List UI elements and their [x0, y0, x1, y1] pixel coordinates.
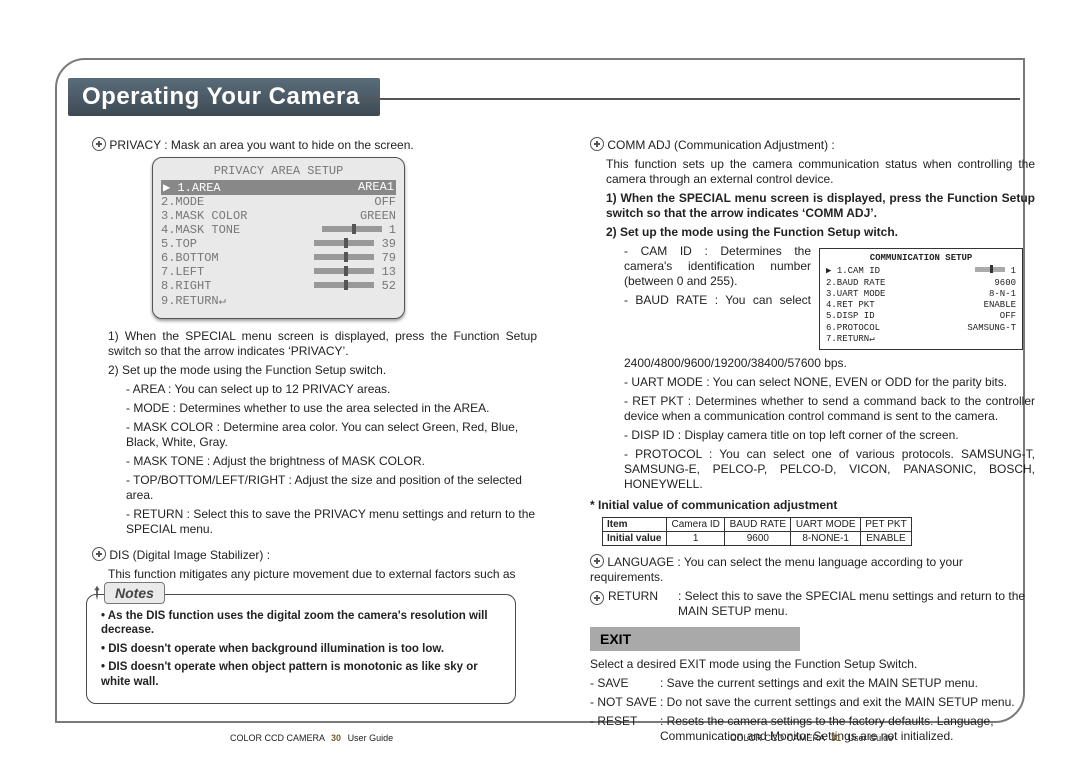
- osd-row: ▶ 1.AREAAREA1: [161, 180, 396, 195]
- bullet-icon: [590, 591, 604, 605]
- table-cell: 9600: [725, 532, 791, 546]
- pin-icon: [88, 584, 106, 602]
- comm-row: 4.RET PKTENABLE: [826, 300, 1016, 311]
- note-3: • DIS doesn't operate when object patter…: [101, 660, 501, 689]
- table-header-cell: BAUD RATE: [725, 518, 791, 532]
- commadj-heading-text: COMM ADJ (Communication Adjustment) :: [607, 138, 834, 152]
- init-value-title: * Initial value of communication adjustm…: [590, 498, 1035, 513]
- comm-row: ▶ 1.CAM ID 1: [826, 266, 1016, 277]
- footer-product: COLOR CCD CAMERA: [730, 733, 825, 743]
- dis-heading: DIS (Digital Image Stabilizer) :: [92, 545, 537, 563]
- bullet-icon: [92, 137, 106, 151]
- note-2: • DIS doesn't operate when background il…: [101, 642, 501, 656]
- notes-label: Notes: [104, 582, 165, 604]
- note-1: • As the DIS function uses the digital z…: [101, 609, 501, 638]
- comm-row: 6.PROTOCOLSAMSUNG-T: [826, 323, 1016, 334]
- right-column: COMM ADJ (Communication Adjustment) : Th…: [590, 135, 1035, 748]
- return-text: : Select this to save the SPECIAL menu s…: [678, 589, 1035, 619]
- table-cell: Initial value: [603, 532, 667, 546]
- comm-row: 2.BAUD RATE9600: [826, 278, 1016, 289]
- osd-row: 8.RIGHT 52: [161, 279, 396, 293]
- title-divider: [360, 98, 1020, 100]
- osd-title: PRIVACY AREA SETUP: [161, 164, 396, 178]
- osd-row: 7.LEFT 13: [161, 265, 396, 279]
- commadj-step1: 1) When the SPECIAL menu screen is displ…: [590, 191, 1035, 221]
- table-header-cell: UART MODE: [791, 518, 860, 532]
- desc-area: - AREA : You can select up to 12 PRIVACY…: [92, 382, 537, 397]
- init-value-table: ItemCamera IDBAUD RATEUART MODEPET PKT I…: [602, 517, 912, 546]
- communication-osd-panel: COMMUNICATION SETUP ▶ 1.CAM ID 12.BAUD R…: [819, 248, 1023, 350]
- return-label: RETURN: [608, 589, 678, 619]
- exit-notsave-text: : Do not save the current settings and e…: [660, 695, 1015, 710]
- osd-row: 6.BOTTOM 79: [161, 251, 396, 265]
- comm-panel-title: COMMUNICATION SETUP: [826, 253, 1016, 264]
- language-line: LANGUAGE : You can select the menu langu…: [590, 552, 1035, 585]
- privacy-heading: PRIVACY : Mask an area you want to hide …: [92, 135, 537, 153]
- left-column: PRIVACY : Mask an area you want to hide …: [92, 135, 537, 601]
- comm-row: 7.RETURN↵: [826, 334, 1016, 345]
- return-line: RETURN : Select this to save the SPECIAL…: [590, 589, 1035, 619]
- exit-notsave-label: - NOT SAVE: [590, 695, 660, 710]
- privacy-heading-text: PRIVACY : Mask an area you want to hide …: [109, 138, 413, 152]
- notes-box: • As the DIS function uses the digital z…: [86, 594, 516, 704]
- page-title: Operating Your Camera: [68, 78, 380, 116]
- comm-row: 5.DISP IDOFF: [826, 311, 1016, 322]
- table-header-cell: Camera ID: [667, 518, 725, 532]
- exit-save: - SAVE : Save the current settings and e…: [590, 676, 1035, 691]
- desc-protocol: - PROTOCOL : You can select one of vario…: [590, 447, 1035, 492]
- footer-page-left: 30: [331, 733, 341, 743]
- commadj-body: This function sets up the camera communi…: [590, 157, 1035, 187]
- bullet-icon: [92, 547, 106, 561]
- footer-label: User Guide: [848, 733, 894, 743]
- privacy-step1: 1) When the SPECIAL menu screen is displ…: [92, 329, 537, 359]
- desc-retpkt: - RET PKT : Determines whether to send a…: [590, 394, 1035, 424]
- dis-heading-text: DIS (Digital Image Stabilizer) :: [109, 548, 270, 562]
- language-text: LANGUAGE : You can select the menu langu…: [590, 555, 963, 584]
- commadj-step2: 2) Set up the mode using the Function Se…: [590, 225, 1035, 240]
- exit-notsave: - NOT SAVE : Do not save the current set…: [590, 695, 1035, 710]
- privacy-step2: 2) Set up the mode using the Function Se…: [92, 363, 537, 378]
- desc-mode: - MODE : Determines whether to use the a…: [92, 401, 537, 416]
- desc-return: - RETURN : Select this to save the PRIVA…: [92, 507, 537, 537]
- desc-dispid: - DISP ID : Display camera title on top …: [590, 428, 1035, 443]
- footer-left: COLOR CCD CAMERA 30 User Guide: [230, 733, 393, 743]
- footer-product: COLOR CCD CAMERA: [230, 733, 325, 743]
- desc-tblr: - TOP/BOTTOM/LEFT/RIGHT : Adjust the siz…: [92, 473, 537, 503]
- osd-row: 5.TOP 39: [161, 237, 396, 251]
- osd-row: 2.MODEOFF: [161, 195, 396, 209]
- privacy-osd-panel: PRIVACY AREA SETUP ▶ 1.AREAAREA12.MODEOF…: [152, 157, 405, 319]
- table-header-cell: Item: [603, 518, 667, 532]
- table-cell: 8-NONE-1: [791, 532, 860, 546]
- exit-intro: Select a desired EXIT mode using the Fun…: [590, 657, 1035, 672]
- table-cell: 1: [667, 532, 725, 546]
- table-cell: ENABLE: [860, 532, 911, 546]
- table-header-cell: PET PKT: [860, 518, 911, 532]
- desc-uart: - UART MODE : You can select NONE, EVEN …: [590, 375, 1035, 390]
- footer-right: COLOR CCD CAMERA 31 User Guide: [730, 733, 893, 743]
- desc-mask-color: - MASK COLOR : Determine area color. You…: [92, 420, 537, 450]
- bullet-icon: [590, 554, 604, 568]
- bullet-icon: [590, 137, 604, 151]
- osd-row: 9.RETURN↵: [161, 293, 396, 308]
- desc-mask-tone: - MASK TONE : Adjust the brightness of M…: [92, 454, 537, 469]
- osd-row: 4.MASK TONE 1: [161, 223, 396, 237]
- exit-save-text: : Save the current settings and exit the…: [660, 676, 978, 691]
- exit-reset-label: - RESET: [590, 714, 660, 744]
- comm-row: 3.UART MODE8-N-1: [826, 289, 1016, 300]
- osd-row: 3.MASK COLORGREEN: [161, 209, 396, 223]
- exit-section-bar: EXIT: [590, 627, 800, 651]
- footer-page-right: 31: [831, 733, 841, 743]
- footer-label: User Guide: [348, 733, 394, 743]
- commadj-heading: COMM ADJ (Communication Adjustment) :: [590, 135, 1035, 153]
- exit-save-label: - SAVE: [590, 676, 660, 691]
